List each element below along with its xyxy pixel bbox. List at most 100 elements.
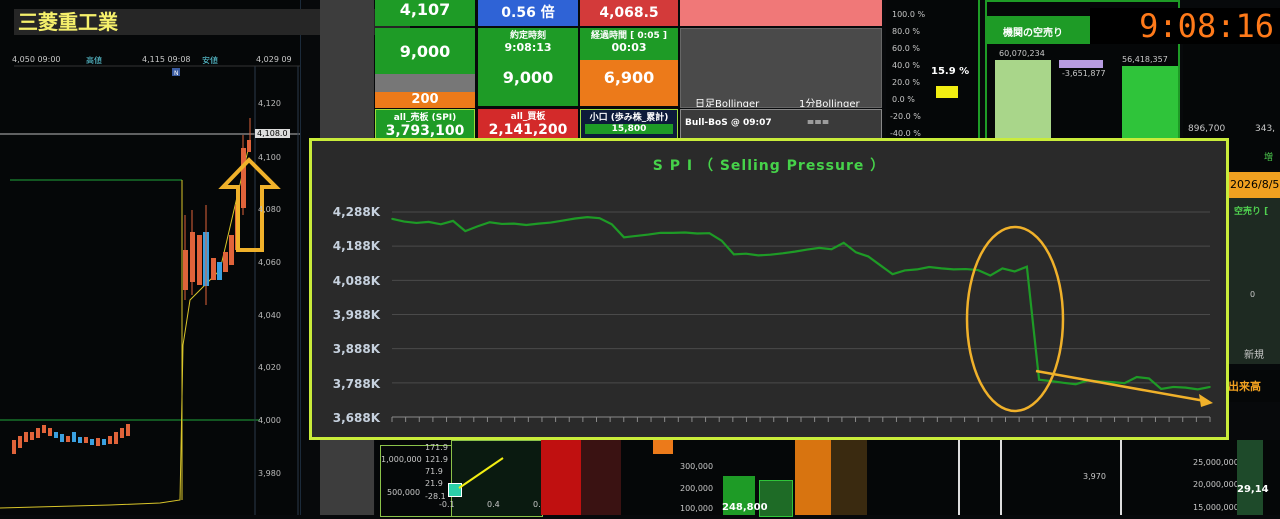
pct-tick: 60.0 % xyxy=(892,44,920,53)
bottom-tick: 1,000,000 xyxy=(381,455,422,464)
spi-data-point xyxy=(562,219,564,222)
trade-time-cell: 約定時刻 9:08:13 xyxy=(478,28,578,60)
spi-data-point xyxy=(440,223,442,226)
right-label-cell: 増 xyxy=(1230,140,1280,170)
pct-tick: 100.0 % xyxy=(892,10,926,19)
val-200-cell: 200 xyxy=(375,92,475,108)
spi-chart-panel: S P I （ Selling Pressure ） 4,288K 4,188K… xyxy=(309,138,1229,440)
right-new-label: 新規 xyxy=(1244,350,1264,361)
spi-data-point xyxy=(842,241,845,244)
inst-v2: -3,651,877 xyxy=(1062,69,1106,78)
bottom-tick: 500,000 xyxy=(387,488,421,497)
percent-panel: 100.0 % 80.0 % 60.0 % 40.0 % 20.0 % 0.0 … xyxy=(886,0,980,140)
pct-bar xyxy=(936,86,958,98)
spi-data-point xyxy=(659,232,662,234)
pct-tick: 40.0 % xyxy=(892,61,920,70)
spi-data-point xyxy=(549,221,552,224)
spi-data-point xyxy=(488,221,491,224)
price-tick: 4,020 xyxy=(258,363,281,372)
spi-data-point xyxy=(1172,386,1175,388)
right-mini-panel: 896,700 343, xyxy=(1183,44,1280,140)
bollinger-daily: 日足Bollinger xyxy=(695,99,760,108)
qty-6900: 6,900 xyxy=(603,68,655,87)
spi-data-point xyxy=(635,235,637,237)
spi-data-point xyxy=(1001,267,1004,270)
spi-data-point xyxy=(537,222,540,225)
spi-data-point xyxy=(574,217,576,220)
spi-data-point xyxy=(879,264,882,267)
spi-data-point xyxy=(623,236,625,239)
spi-data-point xyxy=(610,223,613,226)
pct-tick: 20.0 % xyxy=(892,78,920,87)
val-200: 200 xyxy=(411,92,439,107)
right-short-panel: 空売り [ 0 新規 xyxy=(1228,198,1280,364)
price-tick: 4,120 xyxy=(258,99,281,108)
mini-tick: 121.9 xyxy=(425,455,448,464)
volume-label: 出来高 xyxy=(1228,380,1261,393)
ratio-value: 0.56 倍 xyxy=(501,5,555,21)
price-tick: 3,980 xyxy=(258,469,281,478)
spi-series-line xyxy=(391,216,1211,391)
spi-data-point xyxy=(952,268,955,271)
volume-cell: 出来高 xyxy=(1228,370,1280,402)
price-tick: 4,000 xyxy=(258,416,281,425)
spi-data-point xyxy=(708,232,711,234)
chart-label-high-value: 4,115 09:08 xyxy=(142,55,191,64)
spi-data-point xyxy=(757,254,760,257)
right-tick: 20,000,000 xyxy=(1193,480,1239,489)
qty-9000b-cell: 9,000 xyxy=(478,60,578,106)
chart-label-open: 4,050 09:00 xyxy=(12,55,61,64)
spi-data-point xyxy=(781,252,784,255)
spi-data-point xyxy=(818,247,821,249)
price-top: 4,107 xyxy=(399,0,451,19)
spi-data-point xyxy=(1111,381,1114,383)
spi-data-point xyxy=(464,230,467,232)
spi-data-point xyxy=(513,222,515,225)
candles-early xyxy=(12,424,130,454)
highlight-ellipse xyxy=(965,225,1065,413)
chart-label-high: 高値 xyxy=(86,56,102,65)
spi-data-point xyxy=(806,248,808,251)
all-buy-value: 2,141,200 xyxy=(488,122,568,138)
spi-data-point xyxy=(415,222,418,224)
spi-data-point xyxy=(1209,386,1211,388)
pct-value: 15.9 % xyxy=(931,66,970,77)
date-cell: 2026/8/5 xyxy=(1228,172,1280,198)
bottom-strip: 1,000,000 500,000 171.9 121.9 71.9 21.9 … xyxy=(375,440,1280,517)
chart-label-low-value: 4,029 09 xyxy=(256,55,292,64)
elapsed-cell: 経過時間 [ 0:05 ] 00:03 xyxy=(580,28,678,60)
spi-data-point xyxy=(720,239,723,242)
small-lot-value: 15,800 xyxy=(585,124,673,134)
spi-data-point xyxy=(452,220,454,222)
all-sell-value: 3,793,100 xyxy=(385,123,465,139)
price-tick: 4,080 xyxy=(258,205,281,214)
mid-tick: 300,000 xyxy=(680,462,714,471)
left-price-chart: N 4,050 09:00 高値 4,115 09:08 安値 4,029 09… xyxy=(0,0,301,515)
ratio-cell: 0.56 倍 xyxy=(478,0,578,26)
spi-data-point xyxy=(891,273,894,275)
qty-6900-cell: 6,900 xyxy=(580,60,678,106)
spi-data-point xyxy=(940,267,943,270)
spi-data-point xyxy=(989,274,992,277)
pct-tick: 0.0 % xyxy=(892,95,915,104)
spi-data-point xyxy=(745,252,747,255)
all-sell-label: all_売板 (SPI) xyxy=(393,113,457,123)
current-price-tag: 4,108.0 xyxy=(255,129,290,138)
spi-data-point xyxy=(769,253,772,256)
elapsed-label: 経過時間 [ 0:05 ] xyxy=(590,31,667,41)
inst-title: 機関の空売り xyxy=(1003,28,1063,39)
spi-data-point xyxy=(794,250,796,253)
candles-late xyxy=(183,118,251,305)
pink-cell xyxy=(680,0,882,26)
inst-bar-3 xyxy=(1122,66,1178,142)
trade-time-label: 約定時刻 xyxy=(509,31,546,41)
spi-data-point xyxy=(1038,378,1040,381)
spi-data-point xyxy=(1074,383,1077,385)
spi-data-point xyxy=(903,269,906,272)
spi-data-point xyxy=(916,268,918,271)
svg-text:N: N xyxy=(174,70,179,77)
spi-data-point xyxy=(855,251,857,254)
qty-9000-cell: 9,000 xyxy=(375,28,475,74)
spi-data-point xyxy=(427,221,430,223)
spi-data-point xyxy=(1160,388,1162,390)
